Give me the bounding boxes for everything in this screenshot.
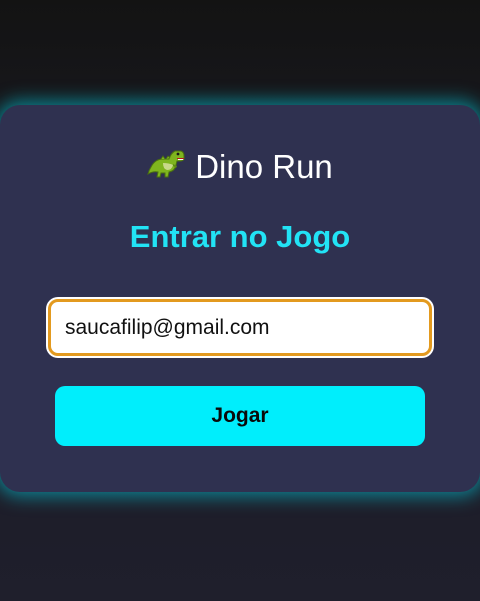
game-title-text: Dino Run bbox=[195, 148, 333, 185]
game-title: Dino Run bbox=[0, 147, 480, 191]
t-rex-icon bbox=[147, 145, 185, 188]
email-input[interactable] bbox=[48, 299, 432, 356]
login-heading: Entrar no Jogo bbox=[129, 219, 351, 254]
login-card: Dino Run Entrar no Jogo Jogar bbox=[0, 105, 480, 492]
play-button[interactable]: Jogar bbox=[55, 386, 425, 446]
